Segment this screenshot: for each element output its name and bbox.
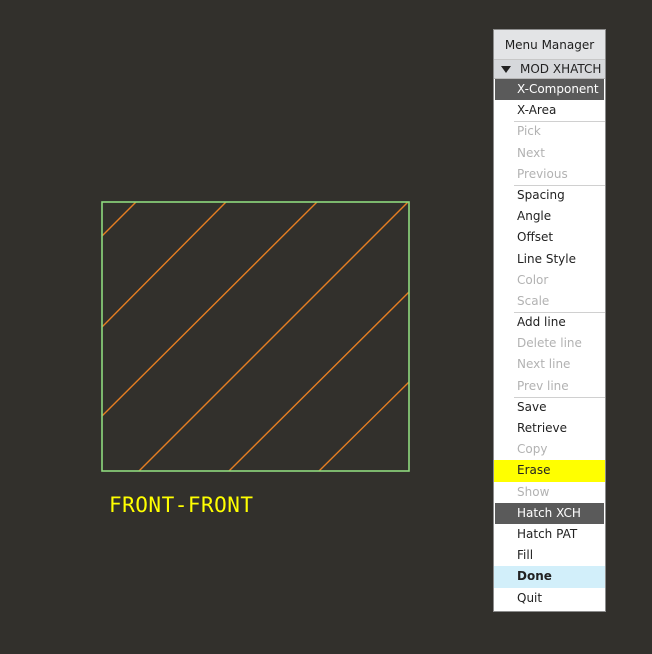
menu-item-quit[interactable]: Quit (494, 588, 605, 609)
hatch-line-4[interactable] (138, 201, 409, 472)
menu-item-scale: Scale (517, 293, 550, 308)
menu-item-erase[interactable]: Erase (494, 460, 605, 482)
collapse-triangle-icon[interactable] (501, 66, 511, 73)
menu-item-fill[interactable]: Fill (494, 545, 605, 566)
menu-item-pick: Pick (494, 121, 605, 142)
menu-item-previous: Previous (517, 166, 568, 181)
view-label: FRONT-FRONT (109, 493, 254, 517)
menu-item-show: Show (517, 484, 550, 499)
menu-item-spacing[interactable]: Spacing (494, 184, 605, 206)
menu-item-x-area[interactable]: X-Area (494, 100, 605, 121)
menu-item-add-line[interactable]: Add line (494, 312, 605, 333)
menu-manager: Menu Manager MOD XHATCH X-Component X-Are… (493, 29, 606, 612)
menu-item-copy: Copy (517, 442, 548, 457)
hatch-line-3[interactable] (101, 201, 318, 417)
submenu-header[interactable]: MOD XHATCH (494, 60, 605, 79)
menu-items: X-Component X-Area Pick Next Previous Spacing… (494, 79, 605, 609)
hatch-line-5[interactable] (228, 291, 410, 472)
menu-item-line-style[interactable]: Line Style (494, 249, 605, 270)
menu-item-save[interactable]: Save (494, 396, 605, 418)
hatch-line-1[interactable] (101, 201, 137, 237)
hatch-line-6[interactable] (318, 381, 410, 472)
menu-item-angle[interactable]: Angle (494, 206, 605, 227)
menu-title: Menu Manager (494, 30, 605, 60)
menu-item-color: Color (517, 272, 549, 287)
section-border[interactable] (101, 201, 410, 472)
menu-item-next-line: Next line (517, 357, 571, 372)
hatch-lines[interactable] (101, 201, 410, 472)
hatch-line-2[interactable] (101, 201, 227, 328)
menu-item-hatch-xch[interactable]: Hatch XCH (495, 502, 604, 524)
menu-item-offset[interactable]: Offset (494, 227, 605, 248)
menu-item-next: Next (517, 145, 545, 160)
menu-item-done[interactable]: Done (494, 566, 605, 588)
menu-item-hatch-pat[interactable]: Hatch PAT (494, 524, 605, 545)
menu-item-retrieve[interactable]: Retrieve (494, 418, 605, 439)
menu-item-x-component[interactable]: X-Component (495, 79, 604, 101)
menu-item-delete-line: Delete line (517, 336, 582, 351)
menu-item-prev-line: Prev line (517, 378, 569, 393)
submenu-label: MOD XHATCH (520, 62, 602, 76)
